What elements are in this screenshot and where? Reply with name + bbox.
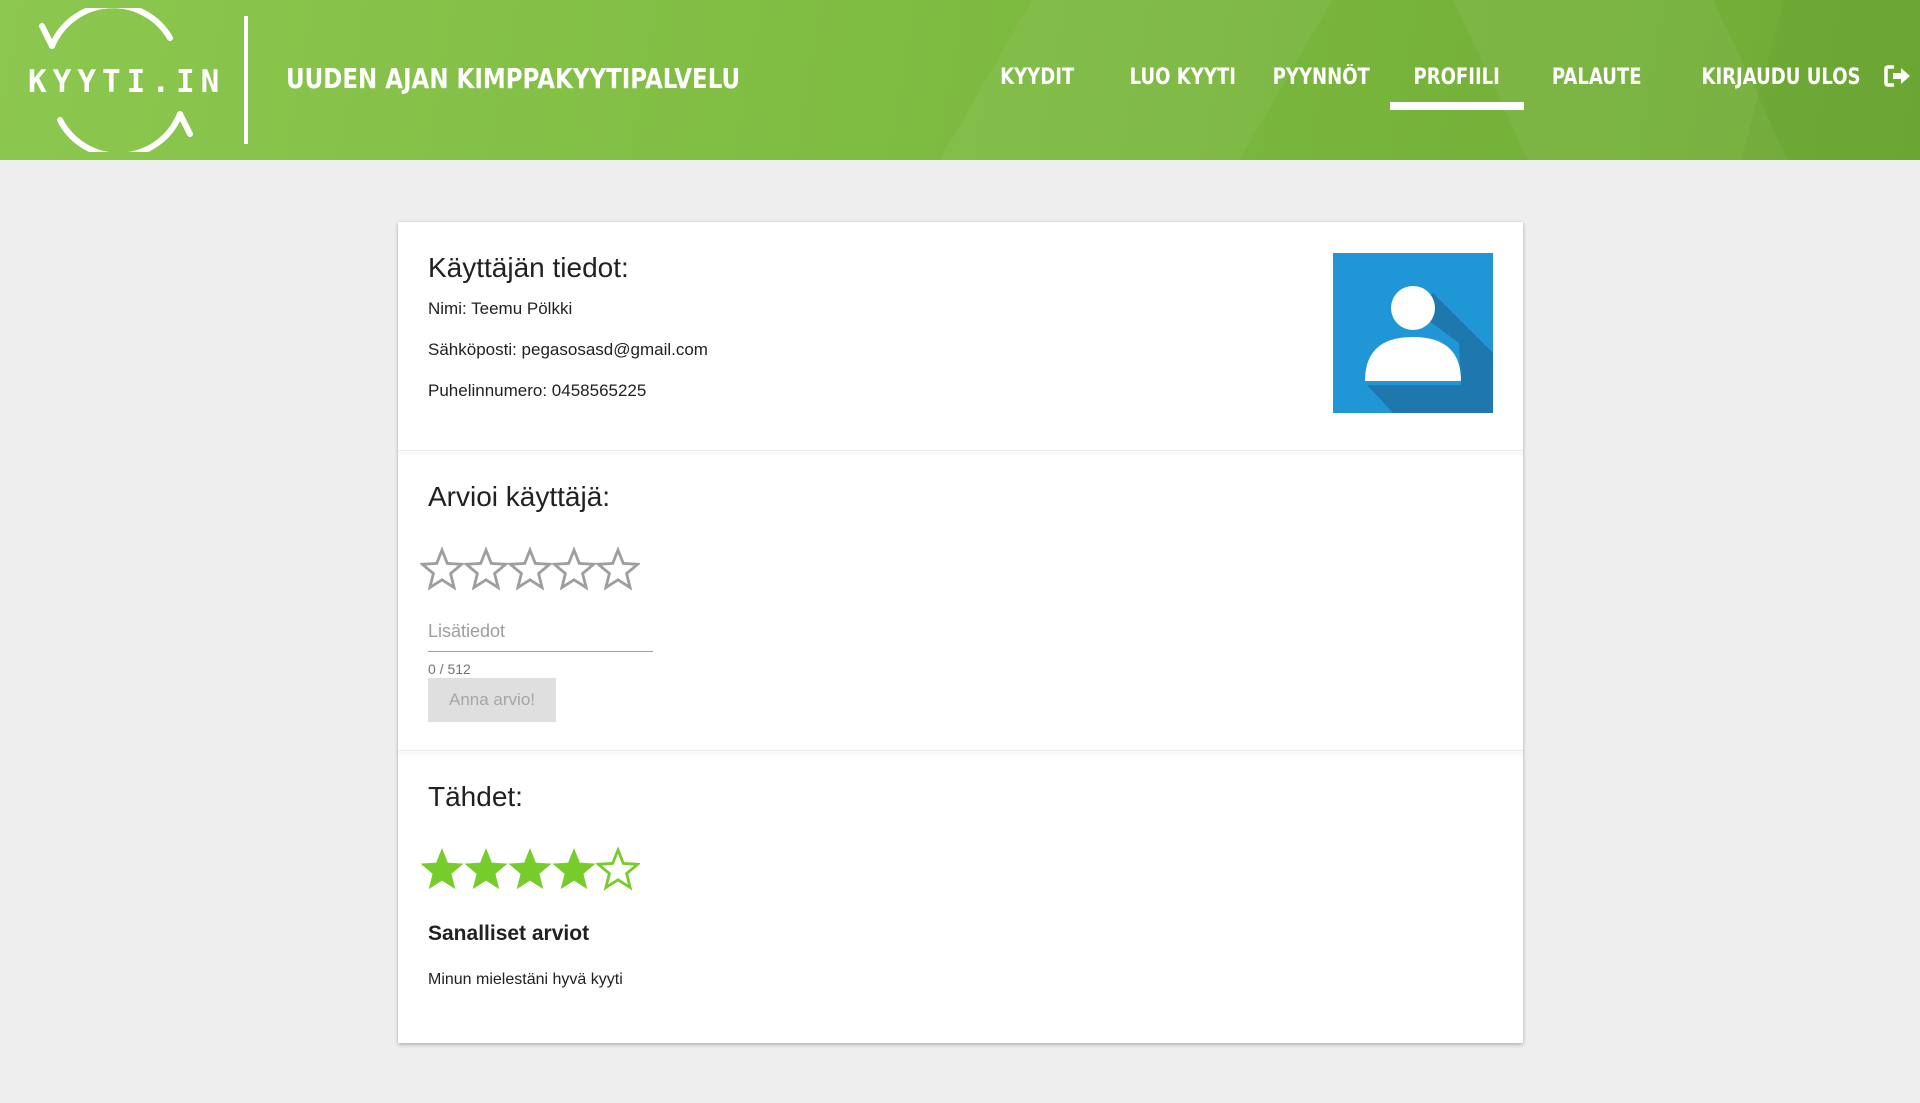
- reviews-heading: Sanalliset arviot: [428, 922, 590, 945]
- header-divider: [244, 16, 248, 144]
- review-text: Minun mielestäni hyvä kyyti: [428, 971, 623, 988]
- tagline: UUDEN AJAN KIMPPAKYYTIPALVELU: [286, 62, 741, 95]
- logo[interactable]: KYYTI.IN: [28, 8, 226, 152]
- nav-pyynnot-label: PYYNNÖT: [1272, 65, 1370, 90]
- rating-star-1-icon[interactable]: [420, 546, 464, 594]
- rating-input[interactable]: [420, 546, 640, 594]
- stars-heading: Tähdet:: [428, 781, 523, 812]
- submit-rating-button[interactable]: Anna arvio!: [428, 678, 556, 722]
- nav-palaute[interactable]: PALAUTE: [1542, 56, 1646, 100]
- character-counter: 0 / 512: [428, 661, 471, 677]
- sign-out-icon: [1883, 65, 1910, 87]
- rate-user-heading: Arvioi käyttäjä:: [428, 481, 611, 512]
- user-avatar-icon: [1365, 286, 1493, 413]
- nav-luo-kyyti[interactable]: LUO KYYTI: [1118, 56, 1236, 100]
- top-navbar: KYYTI.IN UUDEN AJAN KIMPPAKYYTIPALVELU K…: [0, 0, 1920, 160]
- rating-star-empty-icon: [596, 846, 640, 891]
- rating-star-filled-icon: [508, 847, 552, 890]
- nav-pyynnot[interactable]: PYYNNÖT: [1262, 56, 1380, 100]
- rating-star-2-icon[interactable]: [464, 546, 508, 594]
- nav-kyydit[interactable]: KYYDIT: [992, 56, 1082, 100]
- active-tab-indicator: [1390, 102, 1524, 110]
- rating-star-filled-icon: [464, 847, 508, 890]
- nav-kirjaudu-ulos-label: KIRJAUDU ULOS: [1701, 65, 1861, 90]
- lisatiedot-input[interactable]: [428, 610, 653, 652]
- avatar: [1333, 253, 1493, 413]
- nav-kyydit-label: KYYDIT: [1000, 65, 1075, 90]
- section-divider: [398, 450, 1523, 451]
- nav-luo-kyyti-label: LUO KYYTI: [1129, 65, 1236, 90]
- profile-card: Käyttäjän tiedot: Nimi: Teemu Pölkki Säh…: [398, 222, 1523, 1043]
- user-email: Sähköposti: pegasosasd@gmail.com: [428, 340, 708, 359]
- nav-profiili-label: PROFIILI: [1413, 65, 1501, 90]
- logo-text: KYYTI.IN: [28, 64, 226, 100]
- user-phone: Puhelinnumero: 0458565225: [428, 381, 647, 400]
- rating-star-5-icon[interactable]: [596, 546, 640, 594]
- user-rating-display: [420, 846, 640, 894]
- nav-kirjaudu-ulos[interactable]: KIRJAUDU ULOS: [1684, 56, 1910, 100]
- nav-palaute-label: PALAUTE: [1551, 65, 1642, 90]
- rating-star-4-icon[interactable]: [552, 546, 596, 594]
- user-name: Nimi: Teemu Pölkki: [428, 299, 573, 318]
- rating-star-filled-icon: [552, 847, 596, 890]
- rating-star-3-icon[interactable]: [508, 546, 552, 594]
- user-info-heading: Käyttäjän tiedot:: [428, 252, 629, 283]
- nav-profiili[interactable]: PROFIILI: [1402, 56, 1512, 100]
- section-divider: [398, 750, 1523, 751]
- rating-star-filled-icon: [420, 847, 464, 890]
